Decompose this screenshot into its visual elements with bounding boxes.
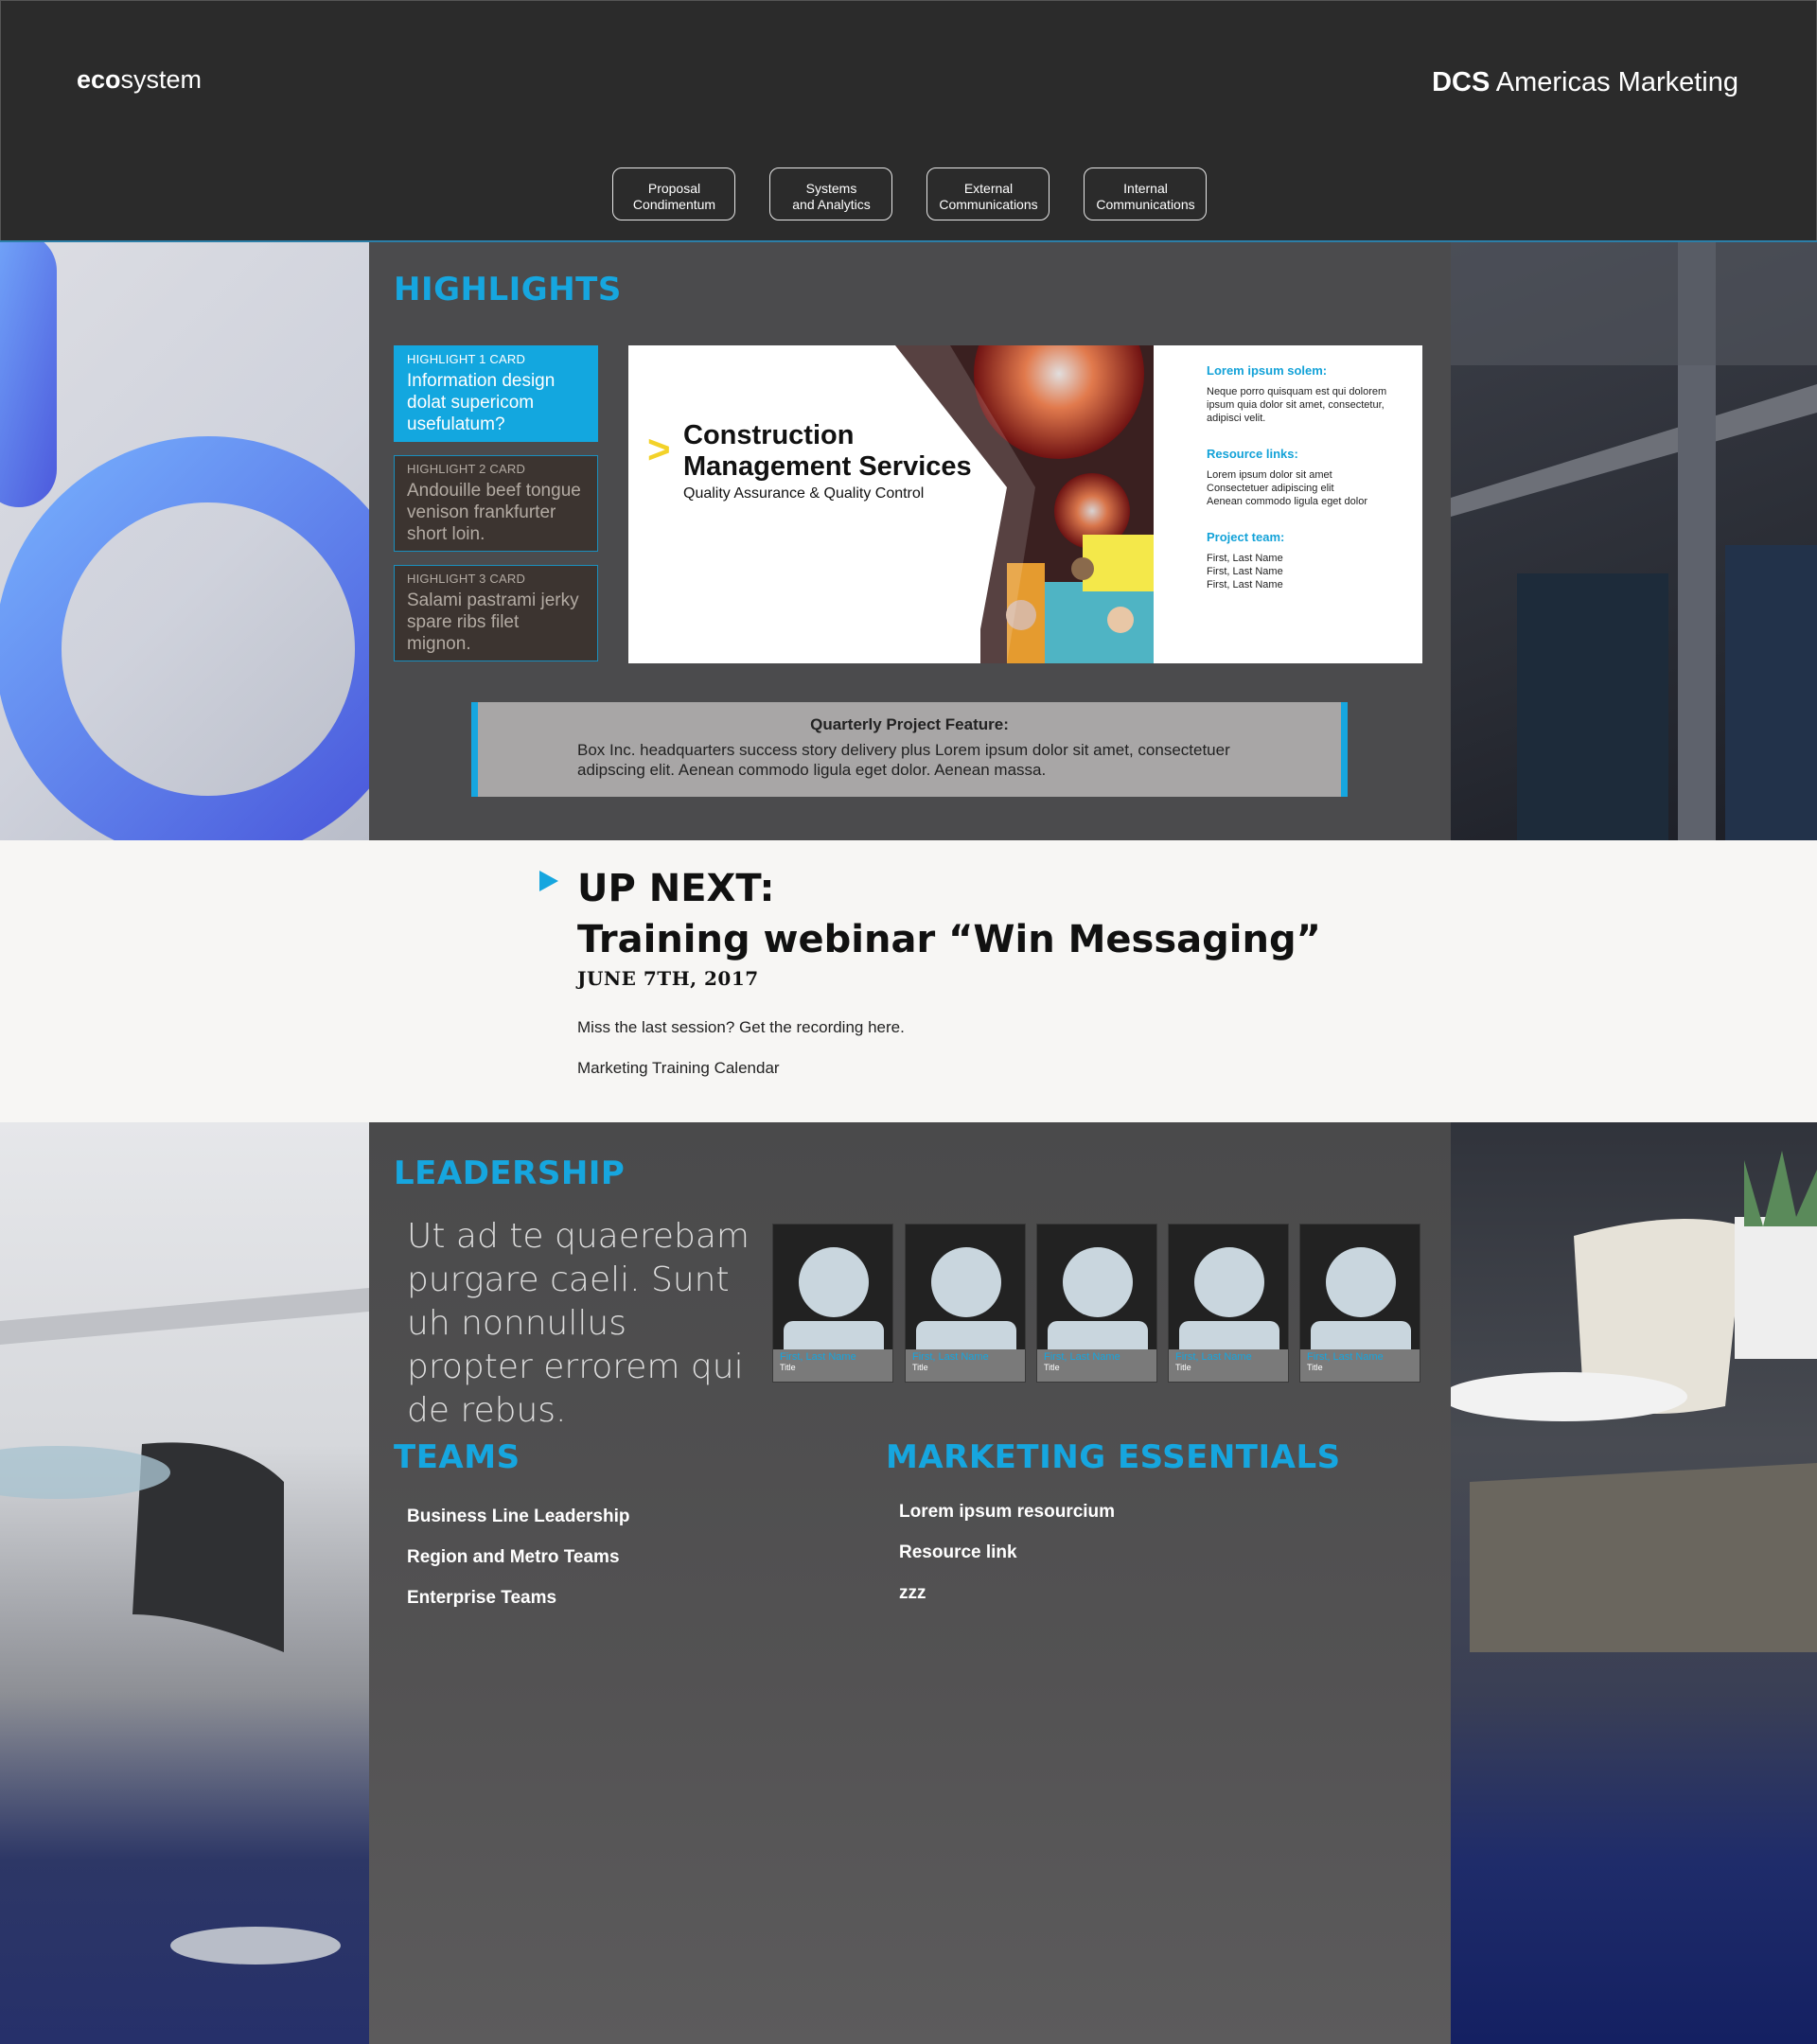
essential-link[interactable]: Resource link [899, 1542, 1115, 1583]
leadership-section: LEADERSHIP Ut ad te quaerebam purgare ca… [369, 1122, 1451, 2044]
feature-subtitle: Quality Assurance & Quality Control [683, 485, 925, 502]
highlights-section: HIGHLIGHTS HIGHLIGHT 1 CARD Information … [369, 242, 1451, 840]
leader-title: Title [1307, 1363, 1323, 1372]
avatar-icon [1194, 1247, 1264, 1317]
feature-info-panel: Lorem ipsum solem: Neque porro quisquam … [1207, 364, 1410, 614]
highlight-card-1[interactable]: HIGHLIGHT 1 CARD Information design dola… [394, 345, 598, 442]
avatar-body [916, 1321, 1016, 1353]
leader-title: Title [1175, 1363, 1191, 1372]
leader-name: First, Last Name [1175, 1351, 1252, 1363]
highlight-card-2[interactable]: HIGHLIGHT 2 CARD Andouille beef tongue v… [394, 455, 598, 552]
highlight-card-label: HIGHLIGHT 1 CARD [407, 352, 526, 366]
team-link[interactable]: Region and Metro Teams [407, 1547, 629, 1588]
resource-link[interactable]: Aenean commodo ligula eget dolor [1207, 495, 1410, 508]
info-heading: Lorem ipsum solem: [1207, 363, 1328, 378]
team-member: First, Last Name [1207, 553, 1283, 564]
avatar-body [784, 1321, 884, 1353]
up-next-title: UP NEXT: Training webinar “Win Messaging” [577, 867, 1321, 961]
leader-caption: First, Last Name Title [906, 1349, 1025, 1382]
team-link[interactable]: Business Line Leadership [407, 1507, 629, 1547]
quarterly-title: Quarterly Project Feature: [810, 715, 1009, 733]
leader-caption: First, Last Name Title [1037, 1349, 1156, 1382]
avatar-icon [1063, 1247, 1133, 1317]
nav-proposal-button[interactable]: Proposal Condimentum [612, 167, 735, 220]
highlight-card-label: HIGHLIGHT 2 CARD [407, 462, 526, 476]
up-next-section: UP NEXT: Training webinar “Win Messaging”… [0, 840, 1817, 1122]
avatar-body [1179, 1321, 1279, 1353]
leader-name: First, Last Name [1307, 1351, 1384, 1363]
teams-title: TEAMS [394, 1438, 520, 1476]
top-nav: Proposal Condimentum Systems and Analytics… [1, 167, 1817, 220]
leader-title: Title [1044, 1363, 1060, 1372]
essential-link[interactable]: Lorem ipsum resourcium [899, 1502, 1115, 1542]
info-text: Neque porro quisquam est qui dolorem ips… [1207, 386, 1387, 424]
featured-highlight-card[interactable]: > Construction Management Services Qualit… [628, 345, 1422, 663]
highlight-card-3[interactable]: HIGHLIGHT 3 CARD Salami pastrami jerky s… [394, 565, 598, 661]
team-heading: Project team: [1207, 530, 1285, 544]
play-arrow-icon [539, 871, 558, 891]
highlights-title: HIGHLIGHTS [394, 271, 622, 308]
chevron-right-icon: > [647, 427, 671, 471]
teams-list: Business Line Leadership Region and Metr… [407, 1507, 629, 1629]
photo-blue-logo-sculpture [0, 242, 369, 840]
quarterly-project-feature[interactable]: Quarterly Project Feature: Box Inc. head… [471, 702, 1348, 797]
photo-lounge-chair [0, 1122, 369, 2044]
avatar-icon [931, 1247, 1001, 1317]
leader-name: First, Last Name [1044, 1351, 1120, 1363]
leadership-quote: Ut ad te quaerebam purgare caeli. Sunt u… [407, 1217, 750, 1430]
leader-name: First, Last Name [780, 1351, 856, 1363]
nav-external-comms-button[interactable]: External Communications [926, 167, 1050, 220]
leadership-title: LEADERSHIP [394, 1154, 626, 1192]
photo-lobby-furniture [1451, 1122, 1817, 2044]
essentials-list: Lorem ipsum resourcium Resource link zzz [899, 1502, 1115, 1624]
team-member: First, Last Name [1207, 579, 1283, 590]
avatar-body [1311, 1321, 1411, 1353]
team-member: First, Last Name [1207, 566, 1283, 577]
avatar-icon [799, 1247, 869, 1317]
team-link[interactable]: Enterprise Teams [407, 1588, 629, 1629]
training-calendar-link[interactable]: Marketing Training Calendar [577, 1059, 780, 1078]
avatar-body [1048, 1321, 1148, 1353]
brand-logo[interactable]: ecosystem [77, 65, 202, 95]
photo-office-building [1451, 242, 1817, 840]
leader-name: First, Last Name [912, 1351, 989, 1363]
highlight-card-text: Salami pastrami jerky spare ribs filet m… [407, 590, 579, 654]
resource-link[interactable]: Lorem ipsum dolor sit amet [1207, 468, 1410, 482]
highlight-card-text: Andouille beef tongue venison frankfurte… [407, 481, 581, 544]
quarterly-body: Box Inc. headquarters success story deli… [577, 741, 1230, 779]
essential-link[interactable]: zzz [899, 1583, 1115, 1624]
site-header: ecosystem DCS Americas Marketing Proposa… [0, 0, 1817, 242]
leader-card[interactable]: First, Last Name Title [1168, 1224, 1289, 1383]
leader-title: Title [912, 1363, 928, 1372]
leader-title: Title [780, 1363, 796, 1372]
leader-caption: First, Last Name Title [1300, 1349, 1420, 1382]
leader-caption: First, Last Name Title [1169, 1349, 1288, 1382]
leader-caption: First, Last Name Title [773, 1349, 892, 1382]
highlight-card-text: Information design dolat supericom usefu… [407, 371, 556, 434]
avatar-icon [1326, 1247, 1396, 1317]
resource-link[interactable]: Consectetuer adipiscing elit [1207, 482, 1410, 495]
marketing-essentials-title: MARKETING ESSENTIALS [886, 1438, 1341, 1476]
up-next-date: JUNE 7TH, 2017 [577, 967, 759, 990]
highlight-card-label: HIGHLIGHT 3 CARD [407, 572, 526, 586]
nav-systems-button[interactable]: Systems and Analytics [769, 167, 892, 220]
org-title: DCS Americas Marketing [1432, 67, 1738, 97]
leader-card[interactable]: First, Last Name Title [1036, 1224, 1157, 1383]
nav-internal-comms-button[interactable]: Internal Communications [1084, 167, 1207, 220]
leader-card[interactable]: First, Last Name Title [1299, 1224, 1420, 1383]
resources-heading: Resource links: [1207, 447, 1298, 461]
leader-card[interactable]: First, Last Name Title [905, 1224, 1026, 1383]
recording-link[interactable]: Miss the last session? Get the recording… [577, 1018, 905, 1037]
feature-title: Construction Management Services [683, 420, 972, 482]
leader-card[interactable]: First, Last Name Title [772, 1224, 893, 1383]
